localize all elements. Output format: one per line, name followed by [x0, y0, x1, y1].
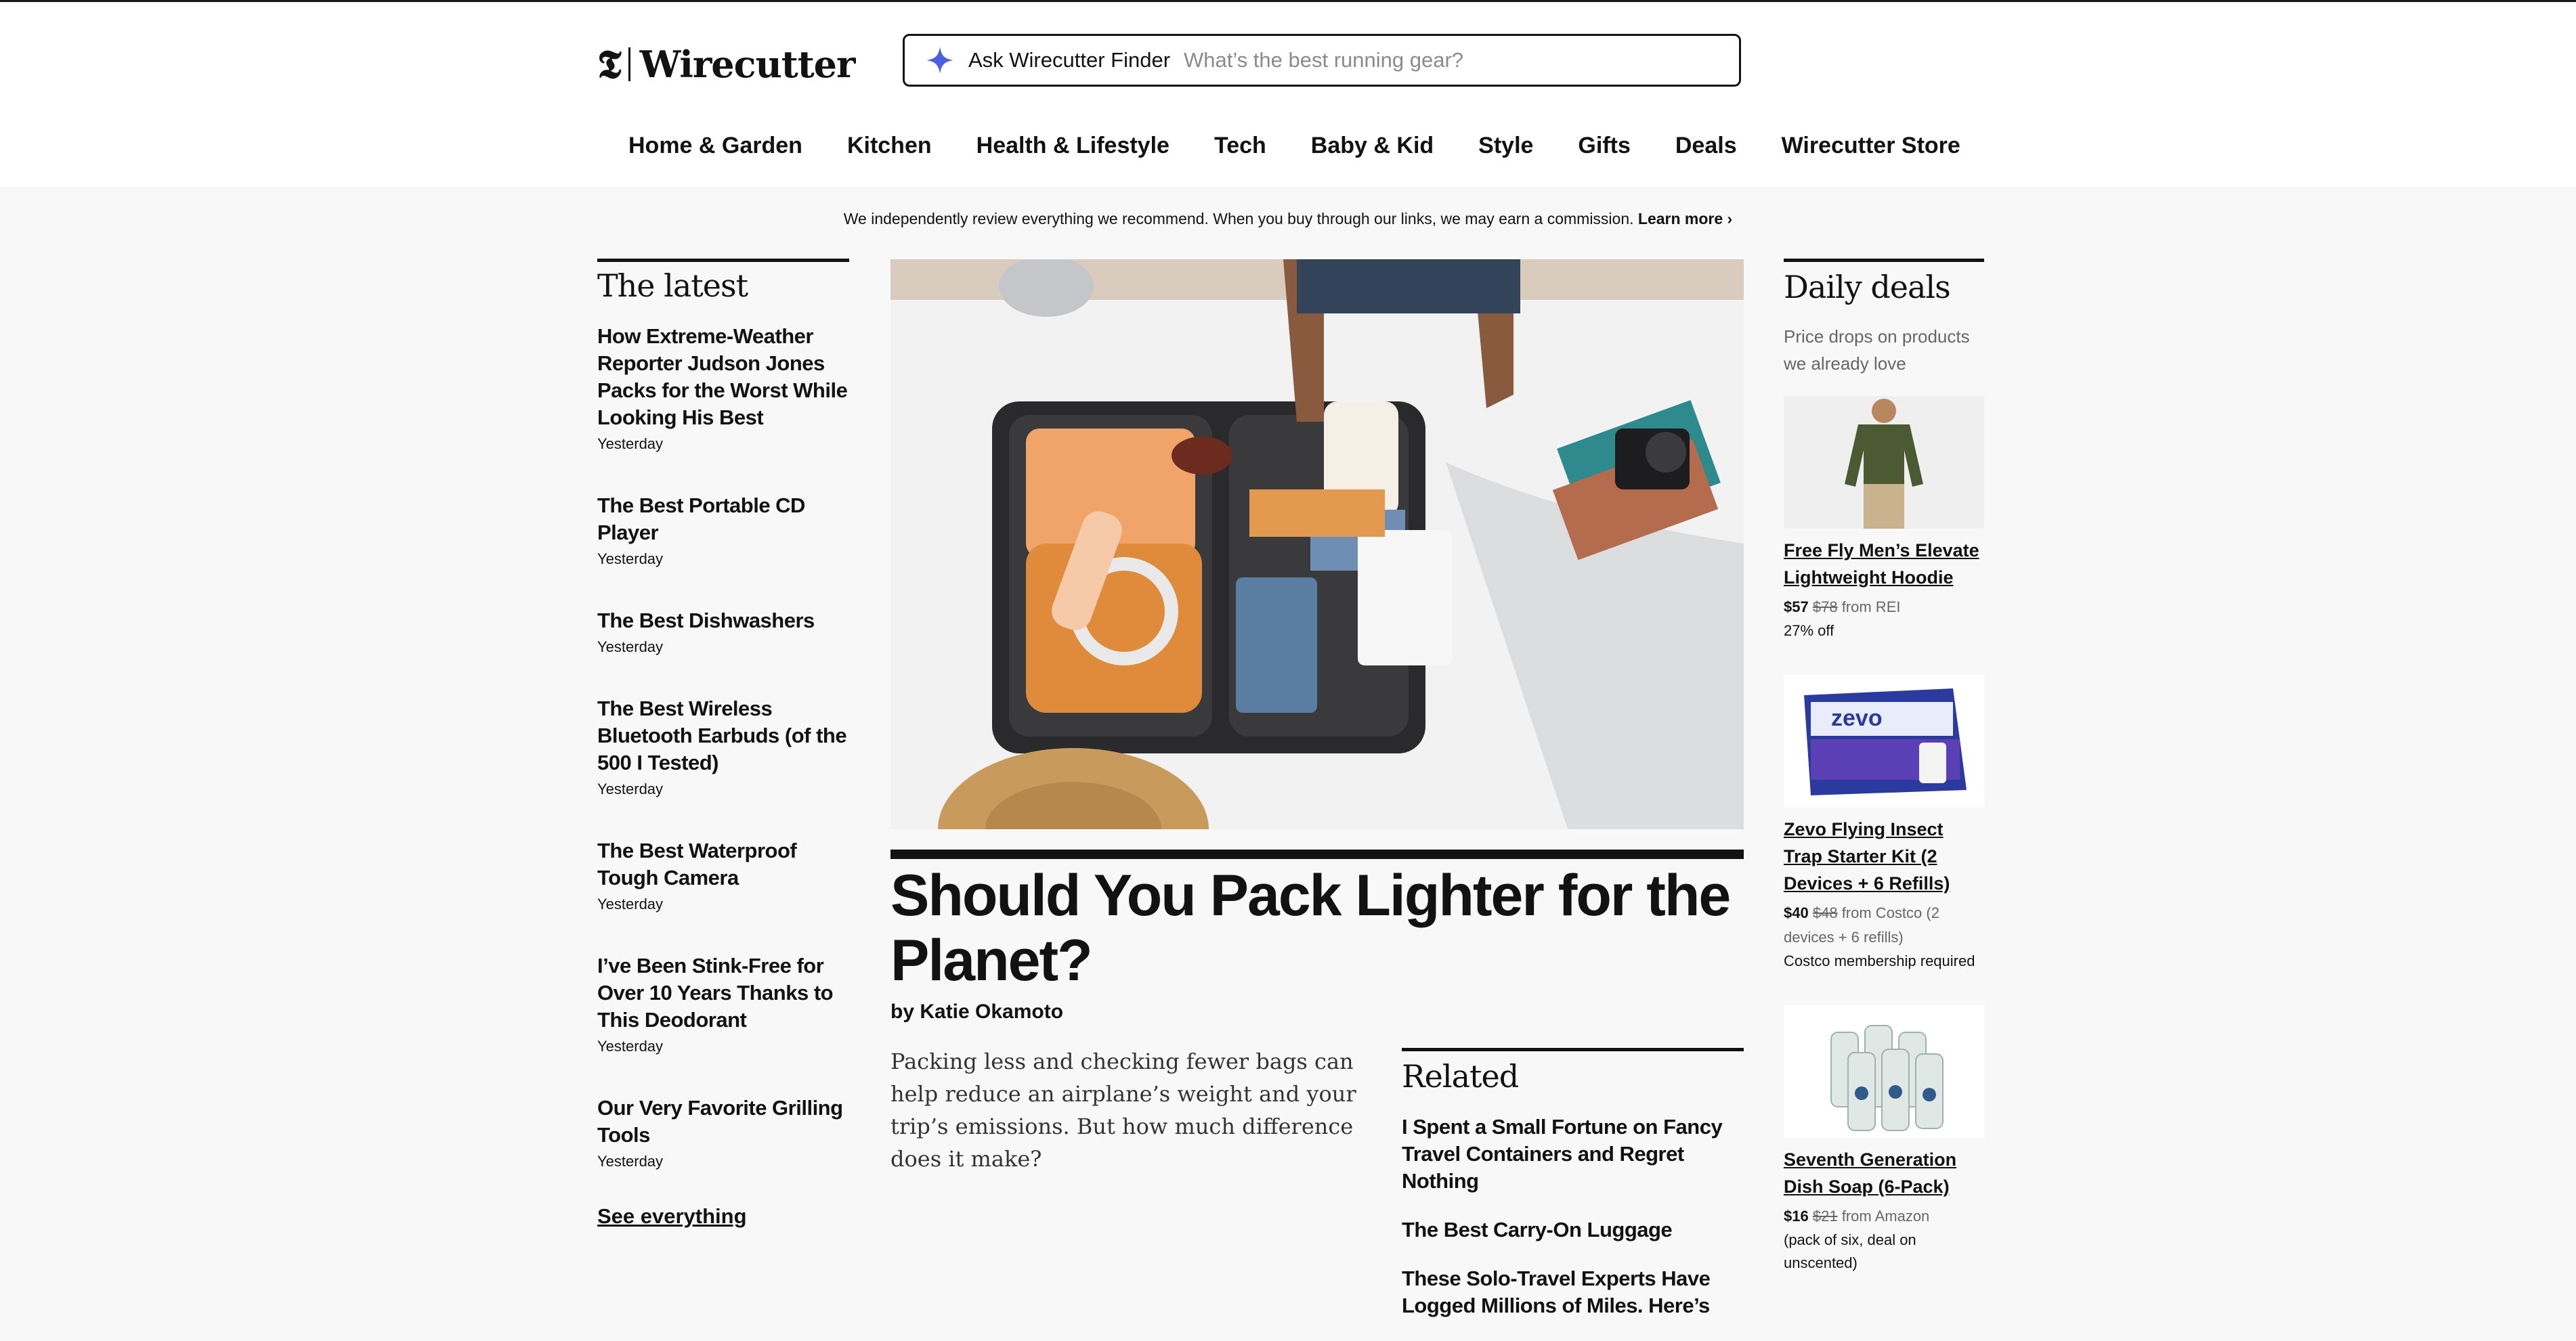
hoodie-image [1784, 396, 1984, 529]
deal-note: (pack of six, deal on unscented) [1784, 1231, 1916, 1271]
latest-item-date: Yesterday [597, 550, 664, 567]
feature-headline[interactable]: Should You Pack Lighter for the Planet? [890, 863, 1744, 993]
latest-item[interactable]: How Extreme-Weather Reporter Judson Jone… [597, 323, 849, 453]
latest-item-date: Yesterday [597, 1038, 664, 1055]
latest-item-title[interactable]: The Best Portable CD Player [597, 492, 849, 546]
latest-item-date: Yesterday [597, 1153, 664, 1170]
deal-price: $16 $21 from Amazon [1784, 1204, 1984, 1229]
latest-title: The latest [597, 267, 748, 304]
latest-item-date: Yesterday [597, 638, 664, 655]
latest-item-title[interactable]: I’ve Been Stink-Free for Over 10 Years T… [597, 952, 849, 1034]
deal-price-now: $16 [1784, 1208, 1809, 1225]
deal-note: Costco membership required [1784, 952, 1975, 969]
deal-note: 27% off [1784, 622, 1834, 639]
deal-card: Seventh Generation Dish Soap (6-Pack) $1… [1784, 1005, 1984, 1275]
nav-tech[interactable]: Tech [1214, 133, 1266, 159]
nyt-t-icon: 𝕿 [597, 41, 622, 87]
insect-trap-image: zevo [1784, 675, 1984, 808]
related-title: Related [1402, 1058, 1519, 1095]
hero-image[interactable] [890, 259, 1744, 829]
deals-subtitle: Price drops on products we already love [1784, 326, 1970, 374]
logo-wordmark: Wirecutter [639, 43, 856, 86]
main-nav: Home & Garden Kitchen Health & Lifestyle… [628, 133, 2005, 159]
see-everything-link[interactable]: See everything [597, 1204, 747, 1229]
latest-item-date: Yesterday [597, 435, 664, 452]
nav-kitchen[interactable]: Kitchen [847, 133, 932, 159]
latest-item-date: Yesterday [597, 896, 664, 913]
deal-price-was: $21 [1812, 1208, 1838, 1225]
related-link[interactable]: I Spent a Small Fortune on Fancy Travel … [1402, 1114, 1744, 1195]
svg-text:zevo: zevo [1831, 705, 1883, 731]
deal-price-now: $40 [1784, 904, 1809, 921]
deal-card: Free Fly Men’s Elevate Lightweight Hoodi… [1784, 396, 1984, 642]
deal-card: zevo Zevo Flying Insect Trap Starter Kit… [1784, 675, 1984, 973]
site-header [0, 2, 2576, 187]
affiliate-disclosure: We independently review everything we re… [0, 210, 2576, 228]
nav-deals[interactable]: Deals [1675, 133, 1737, 159]
deals-title: Daily deals [1784, 269, 1951, 305]
deal-retailer: from Amazon [1841, 1208, 1930, 1225]
feature-dek: Packing less and checking fewer bags can… [890, 1049, 1356, 1172]
deal-title[interactable]: Seventh Generation Dish Soap (6-Pack) [1784, 1146, 1984, 1200]
deal-price: $57 $78 from REI [1784, 595, 1984, 619]
deal-image[interactable] [1784, 396, 1984, 529]
latest-item-title[interactable]: The Best Waterproof Tough Camera [597, 837, 849, 892]
finder-label: Ask Wirecutter Finder [968, 48, 1171, 72]
learn-more-link[interactable]: Learn more › [1638, 210, 1732, 227]
wirecutter-finder[interactable]: Ask Wirecutter Finder [903, 34, 1741, 87]
latest-item-title[interactable]: How Extreme-Weather Reporter Judson Jone… [597, 323, 849, 431]
dish-soap-image [1784, 1005, 1984, 1138]
nav-gifts[interactable]: Gifts [1578, 133, 1630, 159]
latest-item[interactable]: The Best Wireless Bluetooth Earbuds (of … [597, 695, 849, 798]
section-rule [597, 259, 849, 262]
deal-price: $40 $48 from Costco (2 devices + 6 refil… [1784, 901, 1984, 950]
sparkle-icon [926, 47, 953, 74]
deal-image[interactable] [1784, 1005, 1984, 1138]
latest-item[interactable]: The Best Waterproof Tough Camera Yesterd… [597, 837, 849, 913]
latest-item-date: Yesterday [597, 781, 664, 797]
nav-health-lifestyle[interactable]: Health & Lifestyle [976, 133, 1169, 159]
latest-section: The latest How Extreme-Weather Reporter … [597, 259, 849, 1229]
nav-home-garden[interactable]: Home & Garden [628, 133, 802, 159]
latest-item[interactable]: Our Very Favorite Grilling Tools Yesterd… [597, 1095, 849, 1170]
latest-item[interactable]: The Best Portable CD Player Yesterday [597, 492, 849, 568]
related-section: Related I Spent a Small Fortune on Fancy… [1402, 1048, 1744, 1341]
headline-rule [890, 850, 1744, 859]
finder-input[interactable] [1182, 47, 1739, 73]
nav-wirecutter-store[interactable]: Wirecutter Store [1782, 133, 1960, 159]
deal-price-now: $57 [1784, 598, 1809, 615]
feature-byline: by Katie Okamoto [890, 1001, 1064, 1023]
latest-item-title[interactable]: The Best Dishwashers [597, 607, 849, 634]
nav-baby-kid[interactable]: Baby & Kid [1311, 133, 1434, 159]
latest-item[interactable]: The Best Dishwashers Yesterday [597, 607, 849, 656]
deal-title[interactable]: Free Fly Men’s Elevate Lightweight Hoodi… [1784, 537, 1984, 591]
daily-deals-section: Daily deals Price drops on products we a… [1784, 259, 1984, 1307]
section-rule [1784, 259, 1984, 262]
related-link[interactable]: These Solo-Travel Experts Have Logged Mi… [1402, 1265, 1744, 1319]
latest-item[interactable]: I’ve Been Stink-Free for Over 10 Years T… [597, 952, 849, 1055]
site-logo[interactable]: 𝕿 Wirecutter [597, 42, 855, 87]
disclosure-text: We independently review everything we re… [843, 210, 1634, 227]
deal-image[interactable]: zevo [1784, 675, 1984, 808]
deal-retailer: from REI [1841, 598, 1901, 615]
latest-item-title[interactable]: The Best Wireless Bluetooth Earbuds (of … [597, 695, 849, 776]
section-rule [1402, 1048, 1744, 1051]
deal-title[interactable]: Zevo Flying Insect Trap Starter Kit (2 D… [1784, 816, 1984, 897]
deal-price-was: $48 [1812, 904, 1838, 921]
nav-style[interactable]: Style [1478, 133, 1533, 159]
suitcase-photo [890, 259, 1744, 829]
latest-item-title[interactable]: Our Very Favorite Grilling Tools [597, 1095, 849, 1149]
logo-divider [628, 47, 630, 81]
related-link[interactable]: The Best Carry-On Luggage [1402, 1216, 1744, 1244]
deal-price-was: $78 [1812, 598, 1838, 615]
